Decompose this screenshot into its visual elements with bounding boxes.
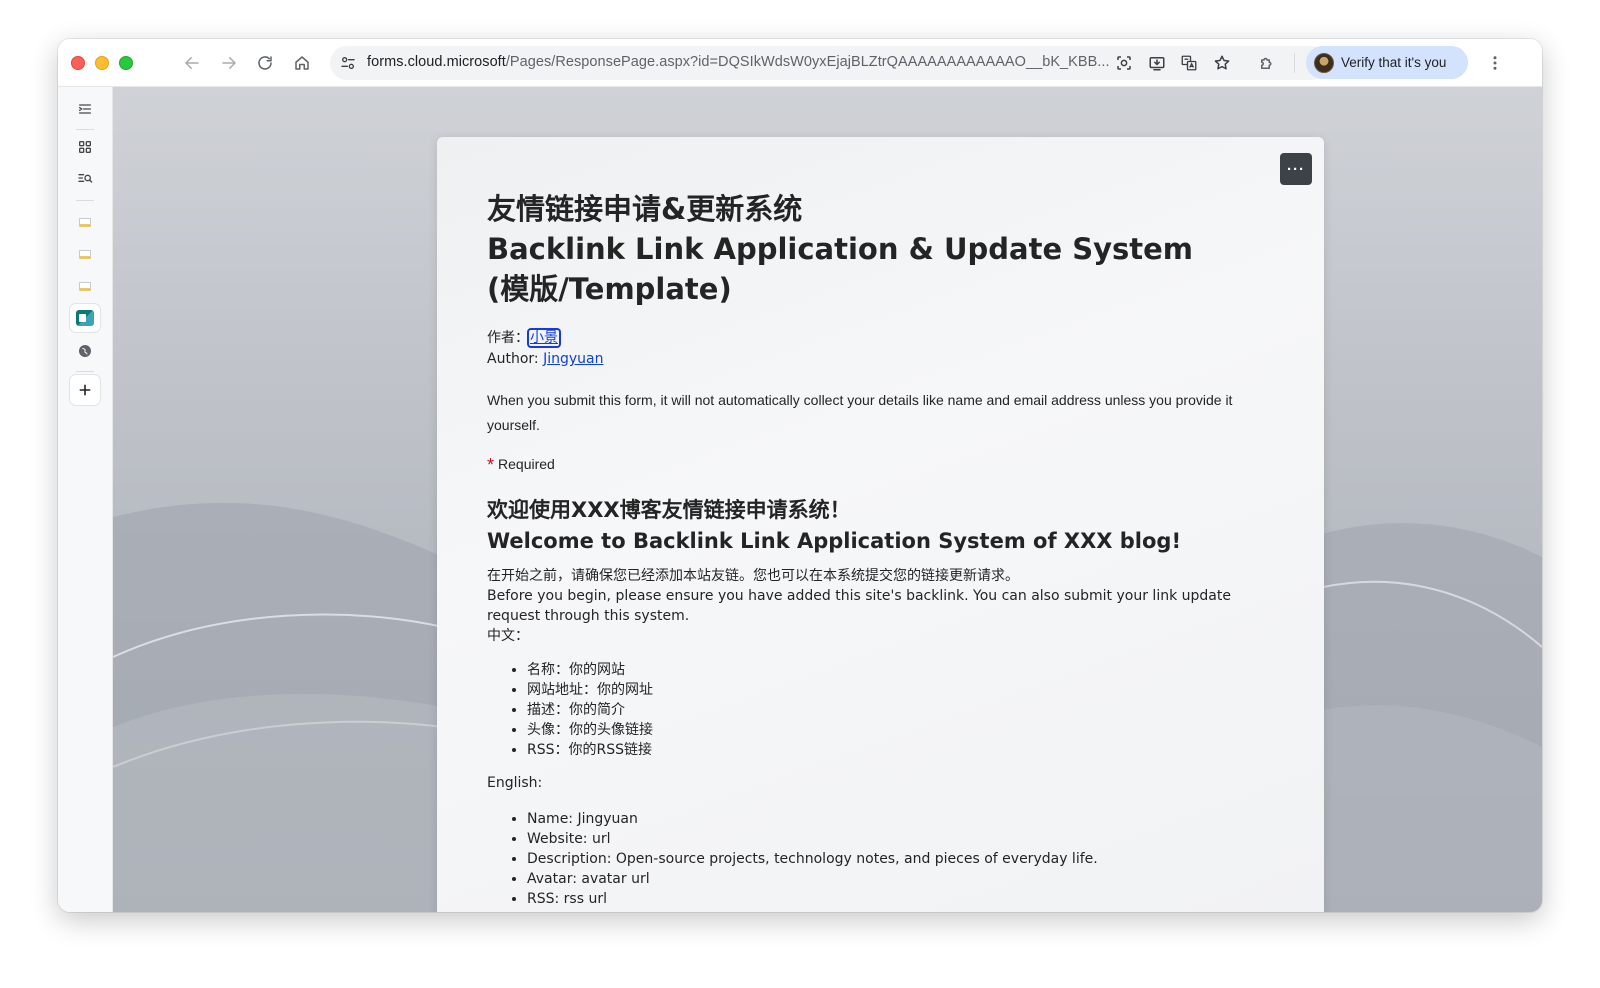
kebab-menu-icon[interactable] bbox=[1483, 51, 1507, 75]
tab-grid-icon[interactable] bbox=[70, 133, 100, 161]
welcome-heading: 欢迎使用XXX博客友情链接申请系统！ Welcome to Backlink L… bbox=[487, 495, 1287, 557]
form-title-cn: 友情链接申请&更新系统 bbox=[487, 192, 803, 226]
list-item: RSS: rss url bbox=[527, 889, 1247, 909]
page-viewport: ··· 友情链接申请&更新系统 Backlink Link Applicatio… bbox=[113, 87, 1542, 912]
list-item: Name: Jingyuan bbox=[527, 809, 1247, 829]
page-thumbnail-icon bbox=[79, 217, 91, 227]
list-item: Website: url bbox=[527, 829, 1247, 849]
page-thumbnail-icon bbox=[79, 249, 91, 259]
page-thumbnail-icon bbox=[79, 281, 91, 291]
desc-cn: 在开始之前，请确保您已经添加本站友链。您也可以在本系统提交您的链接更新请求。 bbox=[487, 568, 1019, 584]
author-cn-link[interactable]: 小景 bbox=[527, 328, 561, 348]
avatar bbox=[1314, 52, 1334, 73]
search-tabs-icon[interactable] bbox=[70, 164, 100, 192]
en-label: English: bbox=[487, 775, 543, 791]
site-settings-icon[interactable] bbox=[336, 51, 360, 75]
welcome-en: Welcome to Backlink Link Application Sys… bbox=[487, 529, 1182, 553]
cn-fields-list: 名称：你的网站 网站地址：你的网址 描述：你的简介 头像：你的头像链接 RSS：… bbox=[527, 660, 1247, 760]
forward-arrow-icon[interactable] bbox=[217, 51, 241, 75]
list-item: RSS：你的RSS链接 bbox=[527, 740, 1247, 760]
close-window-button[interactable] bbox=[71, 56, 85, 70]
url-host: forms.cloud.microsoft bbox=[367, 54, 506, 70]
author-en-label: Author: bbox=[487, 351, 544, 367]
en-fields-list: Name: Jingyuan Website: url Description:… bbox=[527, 809, 1247, 909]
url-text: forms.cloud.microsoft/Pages/ResponsePage… bbox=[367, 54, 1122, 70]
sidebar-divider bbox=[76, 200, 94, 201]
home-icon[interactable] bbox=[290, 51, 314, 75]
form-description: 在开始之前，请确保您已经添加本站友链。您也可以在本系统提交您的链接更新请求。 B… bbox=[487, 566, 1277, 646]
profile-label: Verify that it's you bbox=[1341, 55, 1447, 70]
privacy-notice: When you submit this form, it will not a… bbox=[487, 392, 1233, 433]
toolbar-divider bbox=[1294, 53, 1295, 73]
back-arrow-icon[interactable] bbox=[180, 51, 204, 75]
tab-page-1[interactable] bbox=[70, 208, 100, 236]
form-title: 友情链接申请&更新系统 Backlink Link Application & … bbox=[487, 189, 1247, 309]
list-item: 名称：你的网站 bbox=[527, 660, 1247, 680]
new-tab-plus-icon[interactable] bbox=[70, 375, 100, 405]
collapse-tabs-icon[interactable] bbox=[70, 95, 100, 123]
author-block: 作者：小景 Author: Jingyuan bbox=[487, 328, 603, 370]
list-item: 描述：你的简介 bbox=[527, 700, 1247, 720]
browser-toolbar: forms.cloud.microsoft/Pages/ResponsePage… bbox=[58, 39, 1542, 87]
tab-page-2[interactable] bbox=[70, 240, 100, 268]
cn-label: 中文： bbox=[487, 628, 529, 644]
author-cn-label: 作者： bbox=[487, 330, 529, 346]
required-label: Required bbox=[498, 456, 555, 472]
sidebar-divider bbox=[76, 129, 94, 130]
microsoft-forms-icon bbox=[76, 310, 94, 326]
sidebar-divider bbox=[76, 371, 94, 372]
form-title-en: Backlink Link Application & Update Syste… bbox=[487, 232, 1194, 266]
reload-icon[interactable] bbox=[253, 51, 277, 75]
address-bar[interactable]: forms.cloud.microsoft/Pages/ResponsePage… bbox=[330, 46, 1328, 80]
tab-page-3[interactable] bbox=[70, 272, 100, 300]
profile-verify-button[interactable]: Verify that it's you bbox=[1306, 46, 1468, 79]
url-path: /Pages/ResponsePage.aspx?id=DQSIkWdsW0yx… bbox=[505, 54, 1110, 70]
minimize-window-button[interactable] bbox=[95, 56, 109, 70]
tab-globe[interactable] bbox=[70, 337, 100, 365]
bookmark-star-icon[interactable] bbox=[1210, 51, 1234, 75]
maximize-window-button[interactable] bbox=[119, 56, 133, 70]
list-item: Description: Open-source projects, techn… bbox=[527, 849, 1247, 869]
welcome-cn: 欢迎使用XXX博客友情链接申请系统！ bbox=[487, 498, 851, 522]
form-card: ··· 友情链接申请&更新系统 Backlink Link Applicatio… bbox=[437, 137, 1324, 912]
list-item: Avatar: avatar url bbox=[527, 869, 1247, 889]
browser-window: forms.cloud.microsoft/Pages/ResponsePage… bbox=[58, 39, 1542, 912]
required-note: * Required bbox=[487, 455, 555, 476]
desc-en: Before you begin, please ensure you have… bbox=[487, 588, 1231, 624]
tab-forms-active[interactable] bbox=[70, 304, 100, 332]
side-panel bbox=[58, 87, 113, 912]
translate-icon[interactable] bbox=[1177, 51, 1201, 75]
more-options-button[interactable]: ··· bbox=[1280, 153, 1312, 185]
list-item: 头像：你的头像链接 bbox=[527, 720, 1247, 740]
required-star: * bbox=[487, 455, 495, 475]
install-app-icon[interactable] bbox=[1145, 51, 1169, 75]
lens-icon[interactable] bbox=[1112, 51, 1136, 75]
author-en-link[interactable]: Jingyuan bbox=[543, 351, 603, 367]
list-item: 网站地址：你的网址 bbox=[527, 680, 1247, 700]
extensions-puzzle-icon[interactable] bbox=[1255, 51, 1279, 75]
form-title-template: (模版/Template) bbox=[487, 272, 732, 306]
